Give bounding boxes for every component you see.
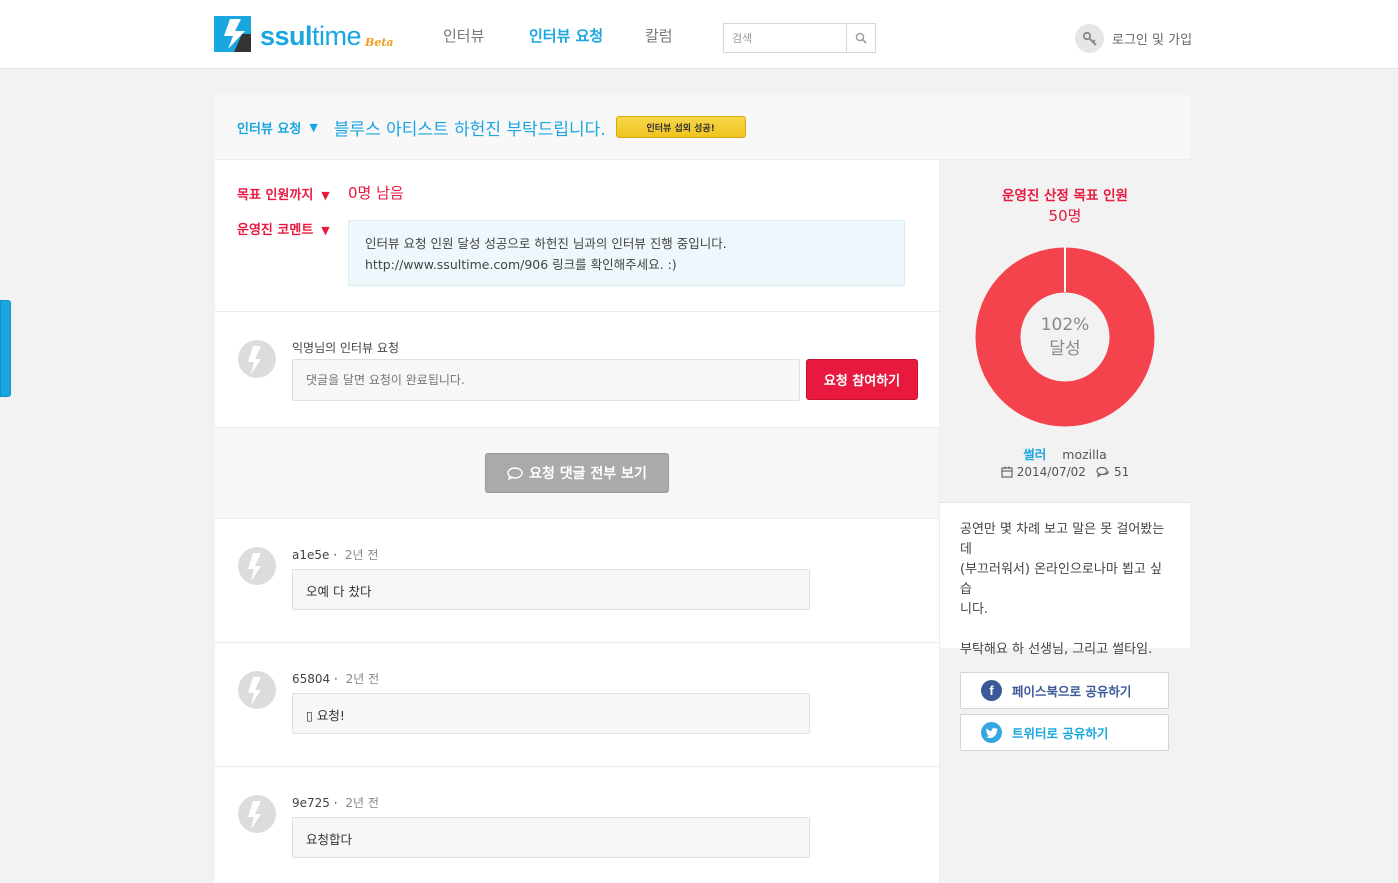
share-twitter-label: 트위터로 공유하기 [1012, 726, 1109, 741]
top-header: ssultime Beta 인터뷰 인터뷰 요청 칼럼 로그인 및 가입 [0, 0, 1398, 69]
comment-body: 요청합다 [292, 817, 810, 858]
logo-mark-icon [214, 16, 251, 52]
comment-item: 9e725 · 2년 전 요청합다 [215, 767, 939, 883]
comment-meta: 65804 · 2년 전 [292, 670, 379, 687]
staff-comment-box: 인터뷰 요청 인원 달성 성공으로 하헌진 님과의 인터뷰 진행 중입니다. h… [348, 220, 905, 286]
share-facebook-button[interactable]: f 페이스북으로 공유하기 [960, 672, 1169, 709]
comment-author: a1e5e [292, 548, 330, 562]
side-feedback-tab[interactable] [0, 300, 11, 397]
donut-percent: 102% [1040, 315, 1090, 335]
calendar-icon [1001, 466, 1013, 478]
facebook-icon: f [981, 680, 1002, 701]
twitter-icon [981, 722, 1002, 743]
status-badge: 인터뷰 섭외 성공! [615, 116, 746, 138]
nav-interview[interactable]: 인터뷰 [443, 25, 484, 46]
date-stat: 2014/07/02 [1001, 465, 1086, 479]
site-logo[interactable]: ssultime Beta [214, 16, 394, 52]
request-description: 공연만 몇 차례 보고 말은 못 걸어봤는데 (부끄러워서) 온라인으로나마 뵙… [940, 503, 1190, 657]
search-button[interactable] [846, 24, 875, 52]
request-author: 썰러 mozilla [940, 444, 1190, 463]
view-all-section: 요청 댓글 전부 보기 [215, 428, 939, 519]
staff-comment-line: 인터뷰 요청 인원 달성 성공으로 하헌진 님과의 인터뷰 진행 중입니다. [365, 236, 727, 251]
comment-body: ▯ 요청! [292, 693, 810, 734]
breadcrumb[interactable]: 인터뷰 요청 [237, 118, 301, 137]
right-column: 운영진 산정 목표 인원 50명 102% 달성 썰러 mozilla 2014… [940, 160, 1190, 883]
quote-avatar-icon [238, 671, 276, 709]
goal-label: 목표 인원까지 ▼ [237, 184, 330, 203]
comment-author: 65804 [292, 672, 331, 686]
main-container: 인터뷰 요청 ▼ 블루스 아티스트 하헌진 부탁드립니다. 인터뷰 섭외 성공!… [215, 95, 1190, 883]
quote-avatar-icon [238, 795, 276, 833]
nav-column[interactable]: 칼럼 [645, 25, 673, 46]
remaining-count: 0명 남음 [348, 184, 404, 202]
donut-status: 달성 [1049, 339, 1081, 359]
comment-count: 51 [1113, 465, 1130, 479]
request-title-bar: 인터뷰 요청 ▼ 블루스 아티스트 하헌진 부탁드립니다. 인터뷰 섭외 성공! [215, 95, 1190, 160]
description-line: 니다. [960, 602, 989, 617]
progress-donut: 102% 달성 [975, 247, 1155, 427]
staff-comment-arrow-icon: ▼ [321, 224, 330, 237]
description-line: 공연만 몇 차례 보고 말은 못 걸어봤는데 [960, 522, 1165, 557]
goal-panel: 운영진 산정 목표 인원 50명 102% 달성 썰러 mozilla 2014… [940, 160, 1190, 503]
comment-stat: 51 [1096, 465, 1129, 479]
staff-comment-label: 운영진 코멘트 ▼ [237, 219, 330, 238]
description-line: (부끄러워서) 온라인으로나마 뵙고 싶습 [960, 562, 1162, 597]
login-button[interactable]: 로그인 및 가입 [1075, 24, 1192, 53]
goal-title: 운영진 산정 목표 인원 [1002, 188, 1128, 204]
comment-item: a1e5e · 2년 전 오예 다 찼다 [215, 519, 939, 643]
search-icon [855, 32, 867, 44]
request-info: 목표 인원까지 ▼ 0명 남음 운영진 코멘트 ▼ 인터뷰 요청 인원 달성 성공으… [215, 160, 939, 312]
comment-write-form: 익명님의 인터뷰 요청 요청 참여하기 [215, 312, 939, 428]
key-icon [1075, 24, 1104, 53]
request-stats: 2014/07/02 51 [940, 465, 1190, 479]
view-all-label: 요청 댓글 전부 보기 [529, 466, 647, 482]
comment-time: 2년 전 [344, 548, 379, 562]
comment-time: 2년 전 [345, 796, 379, 810]
nav-interview-request[interactable]: 인터뷰 요청 [529, 25, 603, 46]
comments-icon [1096, 466, 1109, 478]
author-name[interactable]: mozilla [1062, 447, 1106, 462]
comment-separator: · [334, 672, 338, 686]
view-all-comments-button[interactable]: 요청 댓글 전부 보기 [485, 453, 669, 493]
donut-label: 102% 달성 [975, 247, 1155, 427]
logo-text: ssultime [260, 21, 362, 51]
description-line: 부탁해요 하 선생님, 그리고 썰타임. [960, 642, 1153, 657]
comment-time: 2년 전 [345, 672, 380, 686]
breadcrumb-arrow-icon[interactable]: ▼ [309, 121, 317, 134]
share-facebook-label: 페이스북으로 공유하기 [1012, 684, 1132, 699]
staff-comment-link-line[interactable]: http://www.ssultime.com/906 링크를 확인해주세요. … [365, 254, 888, 275]
writer-name: 익명님의 인터뷰 요청 [292, 341, 399, 355]
comment-meta: 9e725 · 2년 전 [292, 794, 379, 811]
request-date: 2014/07/02 [1016, 465, 1086, 479]
logo-beta-label: Beta [365, 36, 394, 49]
staff-comment-label-text: 운영진 코멘트 [237, 223, 314, 238]
comment-body: 오예 다 찼다 [292, 569, 810, 610]
comment-separator: · [333, 548, 338, 562]
join-request-button[interactable]: 요청 참여하기 [806, 359, 918, 400]
left-column: 목표 인원까지 ▼ 0명 남음 운영진 코멘트 ▼ 인터뷰 요청 인원 달성 성공으… [215, 160, 940, 883]
comment-meta: a1e5e · 2년 전 [292, 546, 378, 563]
comment-item: 65804 · 2년 전 ▯ 요청! [215, 643, 939, 767]
search-input[interactable] [724, 24, 846, 52]
goal-count: 50명 [1048, 207, 1082, 225]
comment-author: 9e725 [292, 796, 330, 810]
share-twitter-button[interactable]: 트위터로 공유하기 [960, 714, 1169, 751]
goal-label-text: 목표 인원까지 [237, 188, 314, 203]
goal-arrow-icon: ▼ [321, 189, 330, 202]
login-label: 로그인 및 가입 [1112, 33, 1193, 48]
comment-separator: · [333, 796, 338, 810]
page-title: 블루스 아티스트 하헌진 부탁드립니다. [333, 119, 606, 140]
search-box [723, 23, 876, 53]
comment-input[interactable] [292, 359, 800, 401]
author-role: 썰러 [1023, 447, 1047, 462]
quote-avatar-icon [238, 340, 276, 378]
speech-bubble-icon [507, 466, 523, 480]
quote-avatar-icon [238, 547, 276, 585]
